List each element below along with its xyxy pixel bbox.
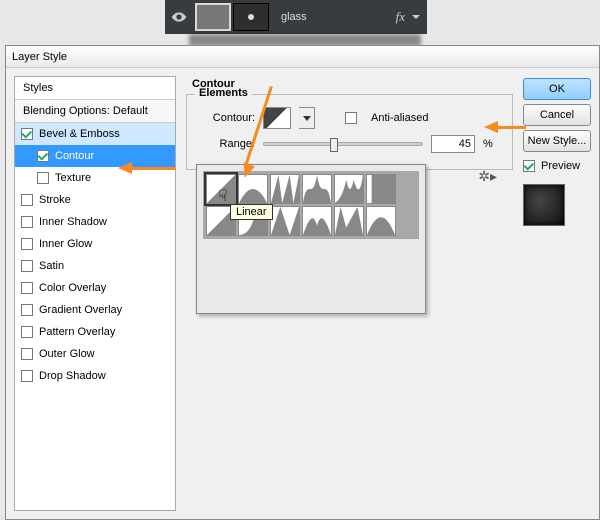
style-checkbox[interactable]	[21, 304, 33, 316]
style-item-drop-shadow[interactable]: Drop Shadow	[15, 365, 175, 387]
preset-tooltip: Linear	[230, 204, 273, 220]
dialog-title: Layer Style	[6, 46, 599, 68]
style-checkbox[interactable]	[37, 150, 49, 162]
contour-preset[interactable]	[238, 174, 268, 204]
contour-preset[interactable]	[270, 174, 300, 204]
style-item-label: Texture	[55, 172, 175, 184]
contour-label: Contour:	[197, 112, 255, 124]
contour-preset[interactable]	[334, 174, 364, 204]
elements-group: Elements Contour: Anti-aliased Range: %	[186, 94, 513, 170]
style-item-pattern-overlay[interactable]: Pattern Overlay	[15, 321, 175, 343]
contour-preset[interactable]	[302, 206, 332, 236]
style-item-inner-glow[interactable]: Inner Glow	[15, 233, 175, 255]
style-checkbox[interactable]	[21, 326, 33, 338]
contour-preset[interactable]	[302, 174, 332, 204]
style-item-label: Bevel & Emboss	[39, 128, 175, 140]
style-item-label: Satin	[39, 260, 175, 272]
style-item-label: Color Overlay	[39, 282, 175, 294]
layers-panel-row: glass fx	[165, 0, 427, 34]
style-item-gradient-overlay[interactable]: Gradient Overlay	[15, 299, 175, 321]
contour-settings-panel: Contour Elements Contour: Anti-aliased R…	[186, 76, 513, 511]
style-item-inner-shadow[interactable]: Inner Shadow	[15, 211, 175, 233]
style-item-texture[interactable]: Texture	[15, 167, 175, 189]
ok-button[interactable]: OK	[523, 78, 591, 100]
dialog-buttons: OK Cancel New Style... Preview	[523, 76, 591, 511]
anti-aliased-checkbox[interactable]	[345, 112, 357, 124]
contour-preset[interactable]	[334, 206, 364, 236]
style-item-label: Inner Shadow	[39, 216, 175, 228]
contour-dropdown-button[interactable]	[299, 107, 315, 129]
preview-label[interactable]: Preview	[541, 160, 580, 172]
slider-thumb[interactable]	[330, 138, 338, 152]
styles-list: Styles Blending Options: Default Bevel &…	[14, 76, 176, 511]
preview-swatch	[523, 184, 565, 226]
style-item-contour[interactable]: Contour	[15, 145, 175, 167]
blending-options-item[interactable]: Blending Options: Default	[15, 100, 175, 123]
style-item-label: Stroke	[39, 194, 175, 206]
gear-icon[interactable]: ✲▸	[478, 168, 497, 185]
style-item-bevel-emboss[interactable]: Bevel & Emboss	[15, 123, 175, 145]
style-item-satin[interactable]: Satin	[15, 255, 175, 277]
style-item-label: Inner Glow	[39, 238, 175, 250]
visibility-eye-icon[interactable]	[171, 9, 187, 25]
layer-style-dialog: Layer Style Styles Blending Options: Def…	[5, 45, 600, 520]
fx-indicator[interactable]: fx	[396, 9, 405, 25]
preview-checkbox[interactable]	[523, 160, 535, 172]
style-checkbox[interactable]	[21, 128, 33, 140]
percent-label: %	[483, 138, 493, 150]
styles-header[interactable]: Styles	[15, 77, 175, 100]
range-label: Range:	[197, 138, 255, 150]
contour-preset[interactable]	[270, 206, 300, 236]
style-item-stroke[interactable]: Stroke	[15, 189, 175, 211]
elements-legend: Elements	[195, 87, 252, 99]
contour-swatch[interactable]	[263, 107, 291, 129]
new-style-button[interactable]: New Style...	[523, 130, 591, 152]
style-checkbox[interactable]	[21, 194, 33, 206]
cursor-icon: ☟	[218, 186, 228, 206]
range-slider[interactable]	[263, 142, 423, 146]
style-checkbox[interactable]	[21, 370, 33, 382]
range-input[interactable]	[431, 135, 475, 153]
chevron-down-icon[interactable]	[411, 12, 421, 22]
layer-mask-thumbnail[interactable]	[233, 3, 269, 31]
layer-thumbnail[interactable]	[195, 3, 231, 31]
style-checkbox[interactable]	[37, 172, 49, 184]
contour-preset[interactable]	[366, 206, 396, 236]
style-item-label: Outer Glow	[39, 348, 175, 360]
style-checkbox[interactable]	[21, 348, 33, 360]
style-item-label: Drop Shadow	[39, 370, 175, 382]
style-checkbox[interactable]	[21, 260, 33, 272]
style-item-outer-glow[interactable]: Outer Glow	[15, 343, 175, 365]
style-checkbox[interactable]	[21, 238, 33, 250]
layer-name[interactable]: glass	[281, 11, 396, 23]
contour-preset[interactable]	[366, 174, 396, 204]
style-item-label: Gradient Overlay	[39, 304, 175, 316]
anti-aliased-label[interactable]: Anti-aliased	[371, 112, 428, 124]
style-checkbox[interactable]	[21, 282, 33, 294]
cancel-button[interactable]: Cancel	[523, 104, 591, 126]
style-item-label: Contour	[55, 150, 175, 162]
contour-preset-picker	[196, 164, 426, 314]
style-item-label: Pattern Overlay	[39, 326, 175, 338]
style-item-color-overlay[interactable]: Color Overlay	[15, 277, 175, 299]
style-checkbox[interactable]	[21, 216, 33, 228]
